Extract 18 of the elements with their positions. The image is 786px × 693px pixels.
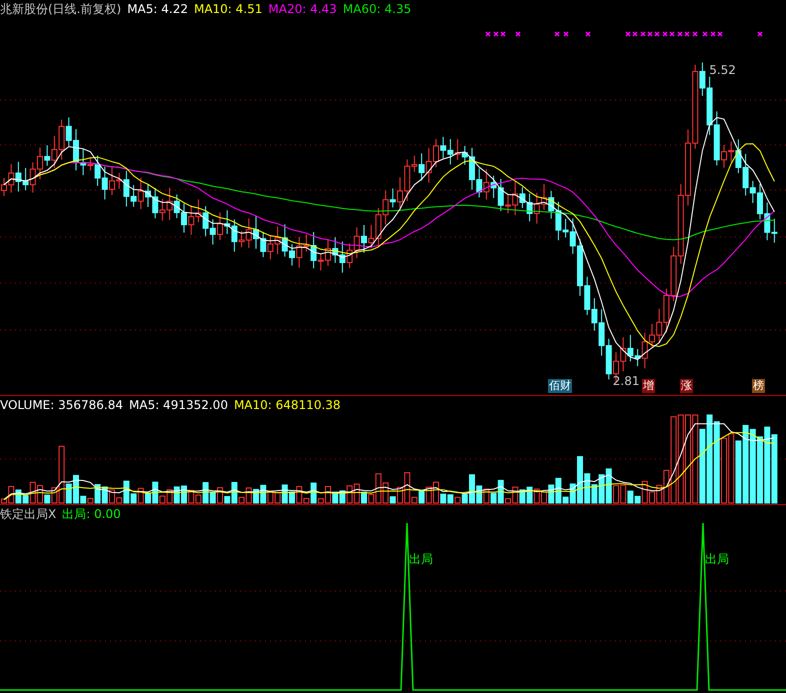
indicator-value: MA10: 648110.38: [234, 398, 341, 412]
indicator-value: MA5: 4.22: [127, 2, 188, 16]
indicator-value: 出局: 0.00: [62, 506, 121, 522]
low-price-label: 2.81: [612, 374, 640, 388]
indicator-value: MA10: 4.51: [194, 2, 262, 16]
event-badge[interactable]: 涨: [680, 379, 693, 393]
indicator-value: MA5: 491352.00: [129, 398, 228, 412]
exit-signal-label: 出局: [705, 552, 729, 566]
indicator-value: MA20: 4.43: [268, 2, 337, 16]
stock-title: 兆新股份(日线.前复权): [0, 0, 122, 18]
event-badge[interactable]: 增: [642, 379, 655, 393]
indicator-title: 铁定出局X: [0, 506, 56, 522]
event-badge[interactable]: 榜: [752, 379, 765, 393]
exit-signal-label: 出局: [409, 552, 433, 566]
indicator-value: MA60: 4.35: [342, 2, 412, 16]
indicator-value: VOLUME: 356786.84: [0, 398, 123, 412]
event-badge[interactable]: 佰财: [548, 379, 572, 393]
high-price-label: 5.52: [709, 63, 736, 77]
